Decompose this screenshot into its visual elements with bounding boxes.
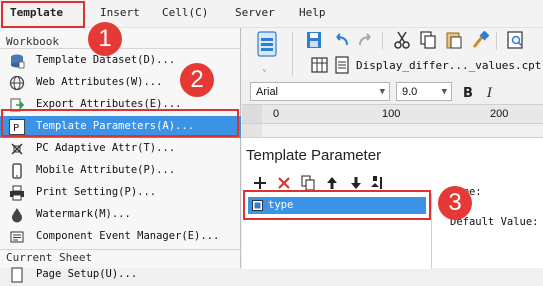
divider [0, 48, 241, 49]
menu-item-print-setting[interactable]: Print Setting(P)... [0, 182, 241, 204]
divider [0, 249, 241, 250]
preview-icon[interactable] [506, 31, 526, 49]
divider [496, 32, 497, 50]
copy-icon[interactable] [418, 31, 438, 49]
menu-item-label: Web Attributes(W)... [36, 76, 163, 88]
section-workbook: Workbook [6, 35, 59, 48]
menu-item-label: PC Adaptive Attr(T)... [36, 142, 176, 154]
font-size-select[interactable]: 9.0 ▼ [396, 82, 452, 101]
ruler-tick: 0 [273, 108, 280, 120]
menu-help[interactable]: Help [299, 6, 326, 19]
ruler-tick: 200 [490, 108, 509, 120]
mobile-icon [12, 163, 22, 179]
ruler: 0 100 200 [242, 104, 543, 124]
divider [382, 32, 383, 50]
menu-item-component-event-manager[interactable]: Component Event Manager(E)... [0, 226, 241, 248]
section-current-sheet: Current Sheet [6, 251, 93, 264]
menu-insert[interactable]: Insert [100, 6, 140, 19]
cut-icon[interactable] [392, 31, 412, 49]
svg-text:I: I [486, 86, 493, 100]
annotation-box-parameter-row [243, 190, 431, 220]
printer-icon [10, 185, 24, 201]
step-badge-1: 1 [88, 22, 122, 56]
undo-icon[interactable] [331, 31, 351, 49]
menu-item-label: Print Setting(P)... [36, 186, 157, 198]
chevron-down-icon[interactable]: ⌄ [262, 64, 267, 73]
svg-text:B: B [463, 86, 473, 100]
annotation-box-template-menu [1, 1, 85, 28]
chevron-down-icon: ▼ [379, 87, 385, 97]
move-up-icon[interactable] [324, 175, 340, 191]
template-dataset-large-icon[interactable] [256, 30, 278, 60]
save-icon[interactable] [304, 31, 324, 49]
menu-item-page-setup[interactable]: Page Setup(U)... [0, 264, 241, 286]
annotation-box-template-parameters [1, 109, 239, 137]
pc-icon [11, 143, 23, 155]
globe-icon [9, 75, 25, 91]
menu-server[interactable]: Server [235, 6, 275, 19]
format-painter-icon[interactable] [470, 31, 490, 49]
bold-icon[interactable]: B [460, 84, 476, 100]
menu-item-pc-adaptive[interactable]: PC Adaptive Attr(T)... [0, 138, 241, 160]
step-badge-3: 3 [438, 186, 472, 220]
menu-item-label: Watermark(M)... [36, 208, 131, 220]
italic-icon[interactable]: I [482, 84, 498, 100]
sort-icon[interactable] [370, 175, 386, 191]
move-down-icon[interactable] [348, 175, 364, 191]
menu-item-label: Page Setup(U)... [36, 268, 138, 280]
chevron-down-icon: ▼ [441, 87, 447, 97]
divider [292, 32, 293, 76]
copy-icon[interactable] [300, 175, 316, 191]
report-grid-icon[interactable] [310, 56, 330, 74]
redo-icon[interactable] [356, 31, 376, 49]
font-family-value: Arial [256, 86, 279, 98]
font-size-value: 9.0 [402, 86, 418, 98]
paste-icon[interactable] [444, 31, 464, 49]
menu-item-label: Mobile Attribute(P)... [36, 164, 176, 176]
menu-item-mobile-attribute[interactable]: Mobile Attribute(P)... [0, 160, 241, 182]
font-toolbar: Arial ▼ 9.0 ▼ B I [242, 80, 543, 104]
menu-item-watermark[interactable]: Watermark(M)... [0, 204, 241, 226]
ruler-side [242, 124, 262, 137]
file-icon [335, 56, 349, 74]
file-tab[interactable]: Display_differ..._values.cpt * [356, 59, 543, 72]
delete-icon[interactable] [276, 175, 292, 191]
event-manager-icon [10, 231, 24, 243]
dataset-icon [11, 54, 25, 69]
page-setup-icon [11, 267, 23, 283]
step-badge-2: 2 [180, 63, 214, 97]
watermark-icon [12, 208, 22, 223]
toolbar: ⌄ Display_differ..._values.cpt * [242, 28, 543, 80]
menu-cell[interactable]: Cell(C) [162, 6, 208, 19]
font-family-select[interactable]: Arial ▼ [250, 82, 390, 101]
panel-title: Template Parameter [246, 147, 382, 164]
ruler-tick: 100 [382, 108, 401, 120]
add-icon[interactable] [252, 175, 268, 191]
menu-item-label: Component Event Manager(E)... [36, 230, 220, 242]
ruler-corner [242, 105, 262, 123]
